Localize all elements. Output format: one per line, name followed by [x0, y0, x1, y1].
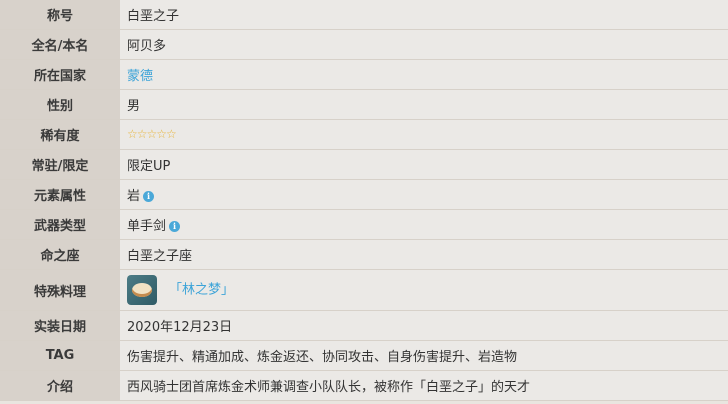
row-label: 特殊料理: [0, 269, 120, 311]
row-label: 所在国家: [0, 59, 120, 90]
row-value: 伤害提升、精通加成、炼金返还、协同攻击、自身伤害提升、岩造物: [120, 340, 728, 371]
dish-icon[interactable]: [127, 275, 157, 305]
row-label: 命之座: [0, 239, 120, 270]
row-value: 男: [120, 89, 728, 120]
row-value: 阿贝多: [120, 29, 728, 60]
row-label: TAG: [0, 340, 120, 371]
table-row: 武器类型 单手剑 i: [0, 209, 728, 240]
table-row: 元素属性 岩i: [0, 179, 728, 210]
row-value: 西风骑士团首席炼金术师兼调查小队队长，被称作「白垩之子」的天才: [120, 370, 728, 401]
info-icon[interactable]: i: [169, 221, 181, 232]
special-dish-link[interactable]: 「林之梦」: [169, 283, 234, 298]
row-value-cell: ☆☆☆☆☆: [120, 119, 728, 150]
row-label: 常驻/限定: [0, 149, 120, 180]
row-label: 稀有度: [0, 119, 120, 150]
table-row: 性别 男: [0, 89, 728, 120]
row-value: 白垩之子: [120, 0, 728, 30]
row-value-cell: 单手剑 i: [120, 209, 728, 240]
character-info-table: 称号 白垩之子 全名/本名 阿贝多 所在国家 蒙德 性别 男 稀有度 ☆☆☆☆☆…: [0, 0, 728, 401]
weapon-value: 单手剑: [127, 219, 167, 234]
row-value: 2020年12月23日: [120, 310, 728, 341]
element-value: 岩: [127, 189, 141, 204]
row-value: 限定UP: [120, 149, 728, 180]
table-row: 实装日期 2020年12月23日: [0, 310, 728, 341]
table-row: 稀有度 ☆☆☆☆☆: [0, 119, 728, 150]
row-label: 全名/本名: [0, 29, 120, 60]
row-label: 武器类型: [0, 209, 120, 240]
row-value: 白垩之子座: [120, 239, 728, 270]
row-label: 称号: [0, 0, 120, 30]
rarity-stars-icon: ☆☆☆☆☆: [127, 127, 177, 141]
country-link[interactable]: 蒙德: [127, 69, 153, 84]
table-row: 命之座 白垩之子座: [0, 239, 728, 270]
row-value-cell: 「林之梦」: [120, 269, 728, 311]
table-row: 介绍 西风骑士团首席炼金术师兼调查小队队长，被称作「白垩之子」的天才: [0, 370, 728, 401]
table-row: 特殊料理 「林之梦」: [0, 269, 728, 311]
info-icon[interactable]: i: [143, 191, 155, 202]
table-row: TAG 伤害提升、精通加成、炼金返还、协同攻击、自身伤害提升、岩造物: [0, 340, 728, 371]
table-row: 所在国家 蒙德: [0, 59, 728, 90]
row-label: 性别: [0, 89, 120, 120]
table-row: 常驻/限定 限定UP: [0, 149, 728, 180]
table-row: 称号 白垩之子: [0, 0, 728, 30]
row-label: 元素属性: [0, 179, 120, 210]
row-label: 介绍: [0, 370, 120, 401]
row-value-cell: 蒙德: [120, 59, 728, 90]
row-value-cell: 岩i: [120, 179, 728, 210]
table-row: 全名/本名 阿贝多: [0, 29, 728, 60]
row-label: 实装日期: [0, 310, 120, 341]
